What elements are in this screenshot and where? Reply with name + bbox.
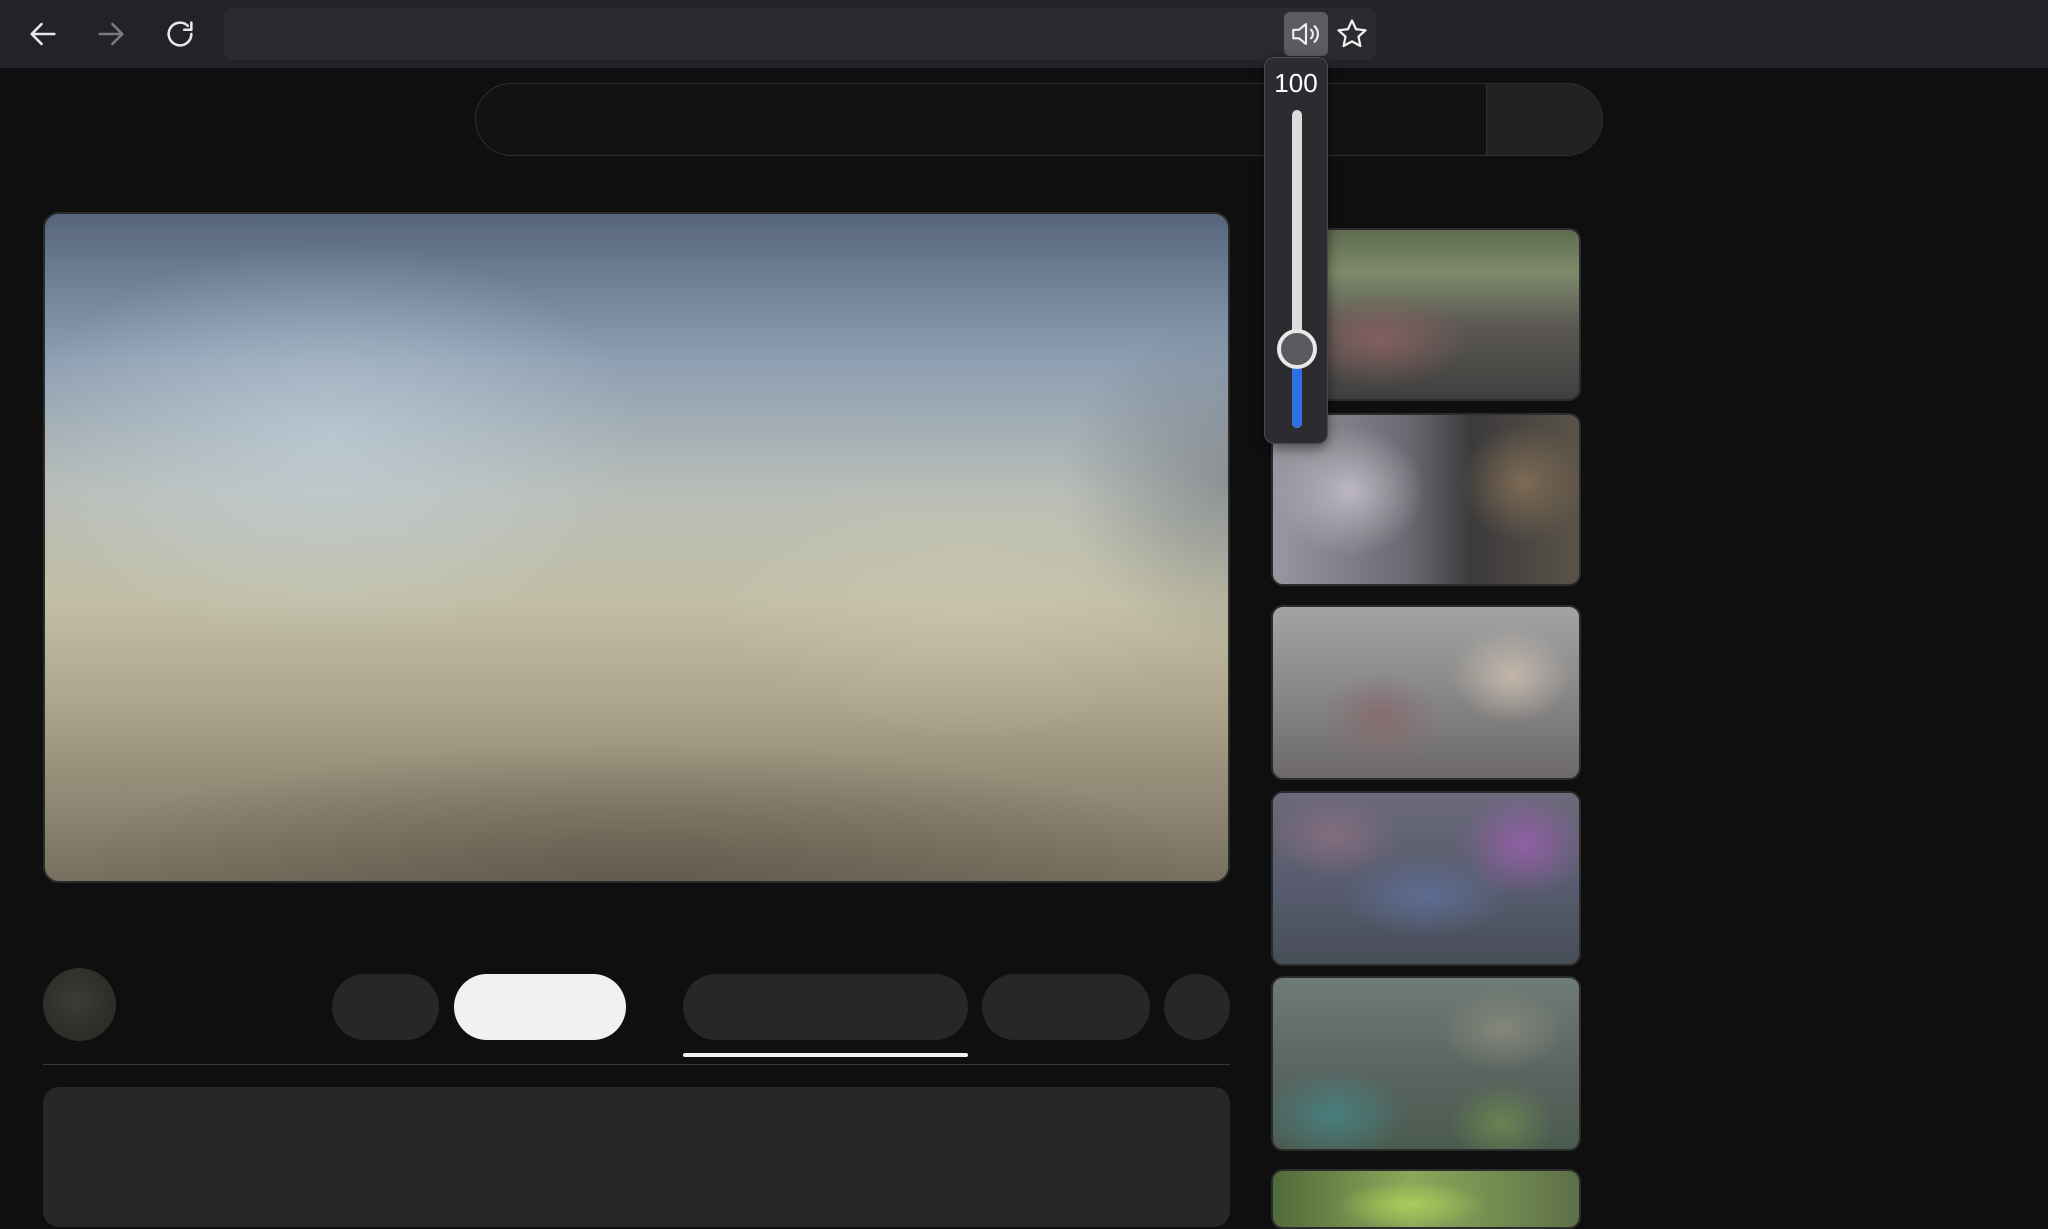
search-bar[interactable] [475,83,1603,156]
video-description[interactable] [43,1087,1230,1227]
divider [43,1064,1230,1065]
reload-icon [167,21,193,47]
volume-button[interactable] [1284,12,1328,56]
recommended-video-thumbnail[interactable] [1271,791,1581,966]
reload-button[interactable] [160,14,200,54]
forward-button[interactable] [91,14,131,54]
volume-value: 100 [1274,68,1318,98]
arrow-right-icon [98,22,124,46]
channel-avatar[interactable] [43,968,116,1041]
recommended-video-thumbnail[interactable] [1271,1169,1581,1229]
recommended-video-thumbnail[interactable] [1271,976,1581,1151]
volume-popup: 100 [1264,57,1328,444]
bookmark-button[interactable] [1330,12,1374,56]
video-player[interactable] [43,212,1230,883]
back-button[interactable] [23,14,63,54]
more-actions-button[interactable] [1164,974,1230,1040]
star-icon [1337,19,1367,48]
volume-slider-track[interactable] [1292,110,1302,428]
subscribe-button[interactable] [332,974,439,1040]
volume-slider-thumb[interactable] [1277,328,1317,369]
speaker-icon [1292,23,1319,45]
address-bar[interactable] [224,8,1376,60]
arrow-left-icon [30,22,56,46]
url-input[interactable] [238,16,1288,52]
join-button[interactable] [454,974,626,1040]
recommended-video-thumbnail[interactable] [1271,605,1581,780]
share-button[interactable] [982,974,1150,1040]
active-tab-indicator [683,1053,968,1057]
browser-toolbar [0,0,2048,68]
search-button[interactable] [1486,84,1602,155]
like-dislike-button[interactable] [683,974,968,1040]
